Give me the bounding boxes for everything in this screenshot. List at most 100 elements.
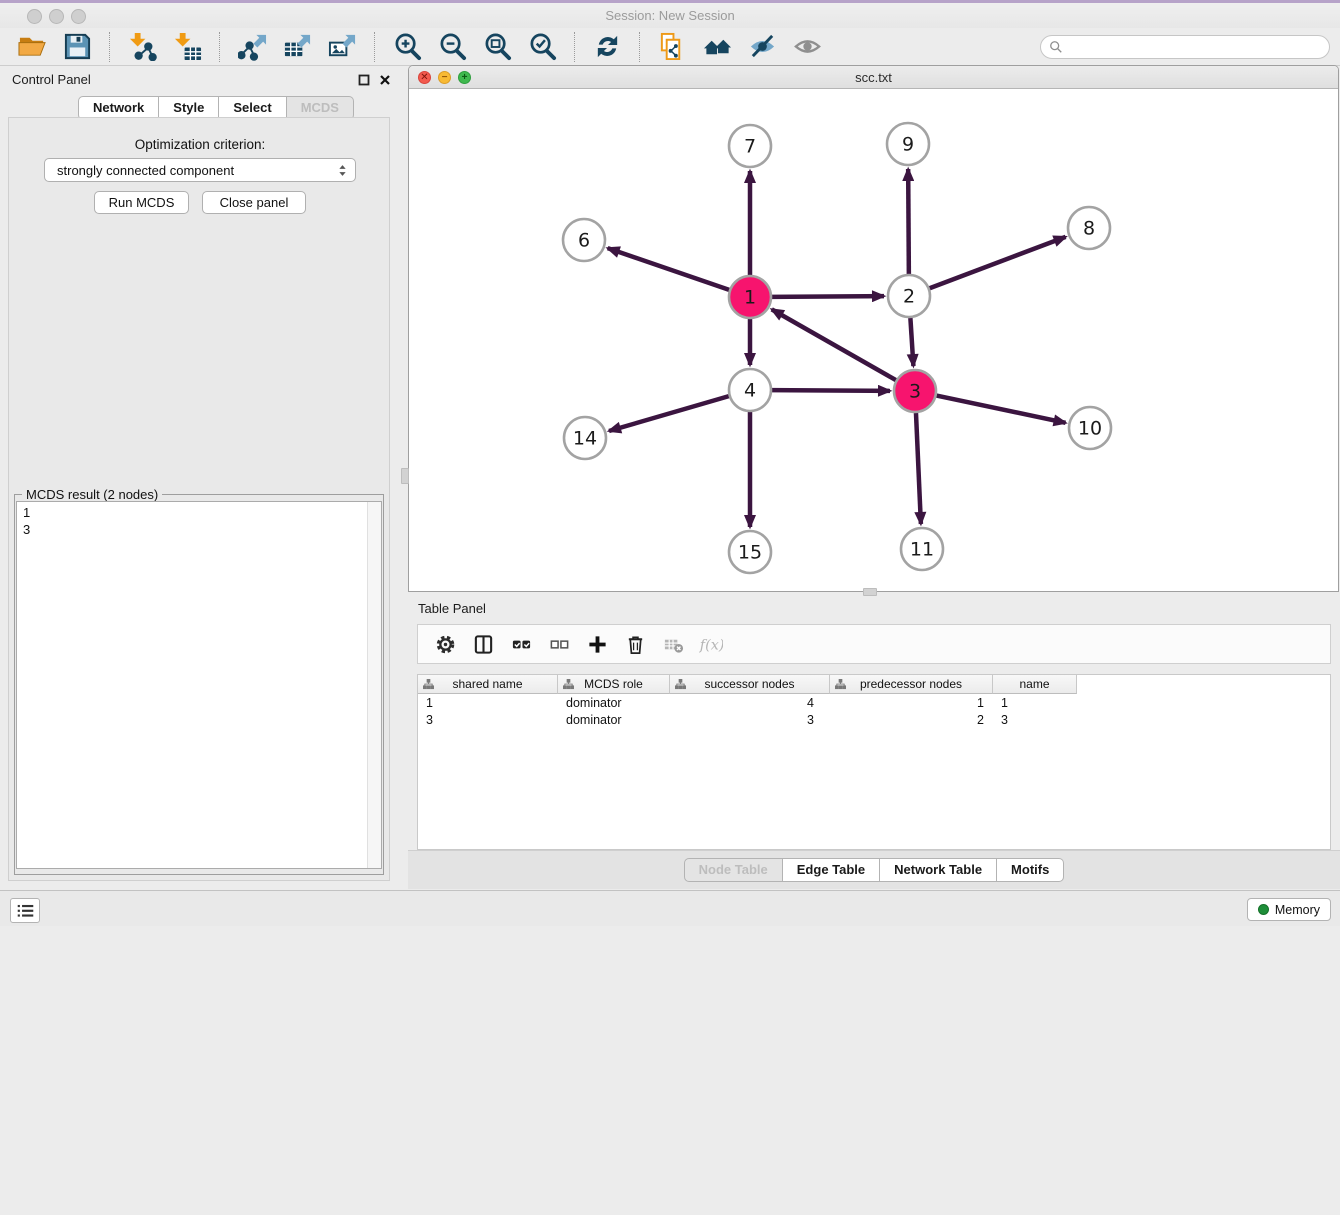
horizontal-splitter-handle[interactable] bbox=[863, 588, 877, 596]
svg-text:15: 15 bbox=[738, 542, 762, 564]
node-table[interactable]: shared name MCDS rolesuccessor nodesprede… bbox=[417, 674, 1331, 850]
import-table-icon[interactable] bbox=[172, 31, 203, 62]
delete-column-trash-icon[interactable] bbox=[623, 632, 647, 656]
graph-node-7[interactable]: 7 bbox=[729, 125, 771, 167]
table-cell[interactable]: 4 bbox=[670, 696, 830, 710]
import-network-icon[interactable] bbox=[127, 31, 158, 62]
zoom-in-icon[interactable] bbox=[392, 31, 423, 62]
column-header-MCDS-role[interactable]: MCDS role bbox=[558, 675, 670, 694]
save-session-icon[interactable] bbox=[62, 31, 93, 62]
zoom-out-icon[interactable] bbox=[437, 31, 468, 62]
graph-node-10[interactable]: 10 bbox=[1069, 407, 1111, 449]
svg-text:3: 3 bbox=[909, 381, 921, 403]
column-header-name[interactable]: name bbox=[993, 675, 1077, 694]
export-table-icon[interactable] bbox=[282, 31, 313, 62]
table-cell[interactable]: 1 bbox=[830, 696, 993, 710]
table-header-row: shared name MCDS rolesuccessor nodesprede… bbox=[418, 675, 1330, 694]
task-history-button[interactable] bbox=[10, 898, 40, 923]
close-panel-button[interactable]: Close panel bbox=[202, 191, 306, 214]
column-header-shared-name[interactable]: shared name bbox=[418, 675, 558, 694]
memory-button[interactable]: Memory bbox=[1247, 898, 1331, 921]
graph-edge-1-2[interactable] bbox=[772, 296, 884, 297]
graph-edge-4-14[interactable] bbox=[609, 396, 729, 431]
select-all-checkboxes-icon[interactable] bbox=[509, 632, 533, 656]
graph-edge-2-8[interactable] bbox=[930, 237, 1066, 288]
mcds-result-list[interactable]: 13 bbox=[16, 501, 382, 869]
tab-node-table[interactable]: Node Table bbox=[684, 858, 783, 882]
toolbar-separator bbox=[374, 32, 376, 62]
add-column-plus-icon[interactable] bbox=[585, 632, 609, 656]
refresh-network-icon[interactable] bbox=[592, 31, 623, 62]
network-view-window: ✕ − + scc.txt 7 9 6 8 1 2 4 3 14 10 15 11 bbox=[408, 65, 1339, 592]
float-panel-icon[interactable] bbox=[358, 73, 370, 85]
table-cell[interactable]: 3 bbox=[993, 713, 1077, 727]
column-label: shared name bbox=[452, 677, 522, 691]
zoom-selected-icon[interactable] bbox=[527, 31, 558, 62]
clone-network-icon[interactable] bbox=[657, 31, 688, 62]
vertical-splitter-handle[interactable] bbox=[401, 468, 409, 484]
main-toolbar bbox=[0, 28, 1340, 66]
network-graph[interactable]: 7 9 6 8 1 2 4 3 14 10 15 11 bbox=[409, 89, 1338, 591]
memory-label: Memory bbox=[1275, 903, 1320, 917]
graph-edge-3-1[interactable] bbox=[772, 309, 896, 380]
result-scrollbar[interactable] bbox=[367, 502, 381, 868]
graph-node-6[interactable]: 6 bbox=[563, 219, 605, 261]
combobox-arrows-icon bbox=[338, 164, 347, 177]
split-panel-columns-icon[interactable] bbox=[471, 632, 495, 656]
graph-edge-2-9[interactable] bbox=[908, 169, 909, 274]
column-header-predecessor-nodes[interactable]: predecessor nodes bbox=[830, 675, 993, 694]
graph-edge-3-10[interactable] bbox=[937, 396, 1066, 423]
graph-node-4[interactable]: 4 bbox=[729, 369, 771, 411]
column-header-successor-nodes[interactable]: successor nodes bbox=[670, 675, 830, 694]
toolbar-separator bbox=[219, 32, 221, 62]
graph-node-9[interactable]: 9 bbox=[887, 123, 929, 165]
graph-edge-2-3[interactable] bbox=[910, 318, 913, 366]
table-cell[interactable]: 1 bbox=[418, 696, 558, 710]
tab-network-table[interactable]: Network Table bbox=[880, 858, 997, 882]
graph-node-1[interactable]: 1 bbox=[729, 276, 771, 318]
graph-edge-3-11[interactable] bbox=[916, 413, 921, 524]
home-view-icon[interactable] bbox=[702, 31, 733, 62]
delete-table-icon bbox=[661, 632, 685, 656]
graph-node-15[interactable]: 15 bbox=[729, 531, 771, 573]
svg-text:1: 1 bbox=[744, 287, 756, 309]
mcds-result-node[interactable]: 3 bbox=[17, 521, 381, 538]
table-cell[interactable]: dominator bbox=[558, 696, 670, 710]
table-settings-gear-icon[interactable] bbox=[433, 632, 457, 656]
optimization-criterion-label: Optimization criterion: bbox=[0, 137, 400, 152]
graph-node-11[interactable]: 11 bbox=[901, 528, 943, 570]
graph-node-3[interactable]: 3 bbox=[894, 370, 936, 412]
table-cell[interactable]: 2 bbox=[830, 713, 993, 727]
tab-motifs[interactable]: Motifs bbox=[997, 858, 1064, 882]
graph-node-8[interactable]: 8 bbox=[1068, 207, 1110, 249]
table-cell[interactable]: 3 bbox=[670, 713, 830, 727]
deselect-all-checkboxes-icon[interactable] bbox=[547, 632, 571, 656]
hide-graphics-details-icon[interactable] bbox=[747, 31, 778, 62]
graph-edge-4-3[interactable] bbox=[772, 390, 890, 391]
graph-node-14[interactable]: 14 bbox=[564, 417, 606, 459]
tab-edge-table[interactable]: Edge Table bbox=[783, 858, 880, 882]
show-graphics-details-icon[interactable] bbox=[792, 31, 823, 62]
table-panel: Table Panel f(x) shared nameMCDS rolesuc… bbox=[408, 596, 1340, 888]
table-cell[interactable]: 1 bbox=[993, 696, 1077, 710]
toolbar-separator bbox=[109, 32, 111, 62]
graph-edge-1-6[interactable] bbox=[608, 248, 730, 290]
mcds-result-node[interactable]: 1 bbox=[17, 504, 381, 521]
export-image-icon[interactable] bbox=[327, 31, 358, 62]
open-session-icon[interactable] bbox=[17, 31, 48, 62]
table-row[interactable]: 3dominator323 bbox=[418, 711, 1330, 728]
network-window-titlebar[interactable]: ✕ − + scc.txt bbox=[409, 66, 1338, 89]
search-box[interactable] bbox=[1040, 35, 1330, 59]
svg-text:10: 10 bbox=[1078, 418, 1102, 440]
table-cell[interactable]: 3 bbox=[418, 713, 558, 727]
table-row[interactable]: 1dominator411 bbox=[418, 694, 1330, 711]
run-mcds-button[interactable]: Run MCDS bbox=[94, 191, 189, 214]
zoom-fit-icon[interactable] bbox=[482, 31, 513, 62]
graph-canvas[interactable]: 7 9 6 8 1 2 4 3 14 10 15 11 bbox=[409, 89, 1338, 591]
optimization-criterion-select[interactable]: strongly connected component bbox=[44, 158, 356, 182]
export-network-icon[interactable] bbox=[237, 31, 268, 62]
table-cell[interactable]: dominator bbox=[558, 713, 670, 727]
close-panel-icon[interactable] bbox=[379, 73, 391, 85]
search-input[interactable] bbox=[1068, 38, 1321, 55]
graph-node-2[interactable]: 2 bbox=[888, 275, 930, 317]
